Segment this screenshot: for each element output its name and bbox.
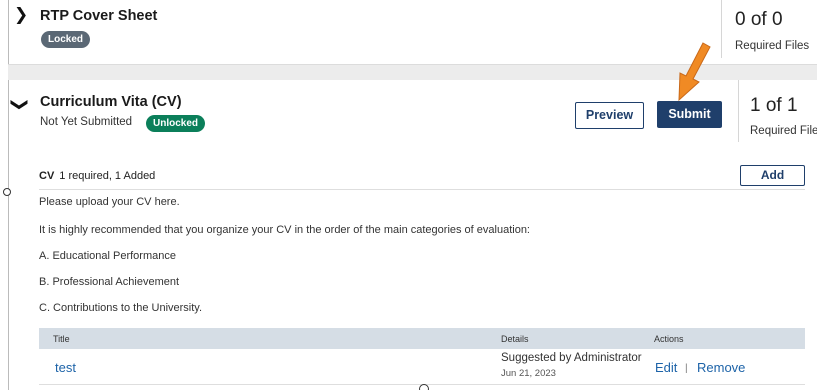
submit-button[interactable]: Submit (657, 101, 722, 128)
column-header-actions: Actions (654, 334, 684, 344)
remove-link[interactable]: Remove (697, 360, 745, 375)
add-button[interactable]: Add (740, 165, 805, 186)
cv-file-count: 1 of 1 (750, 95, 798, 116)
submission-status: Not Yet Submitted (40, 116, 133, 128)
file-date: Jun 21, 2023 (501, 368, 556, 379)
resize-handle-icon (419, 384, 429, 390)
divider (738, 80, 739, 142)
cv-section-summary: 1 required, 1 Added (59, 170, 156, 182)
column-header-title: Title (53, 334, 70, 344)
preview-button[interactable]: Preview (575, 102, 644, 129)
cv-section-header: CV 1 required, 1 Added (39, 170, 155, 182)
file-details: Suggested by Administrator (501, 352, 642, 364)
rtp-required-files-label: Required Files (735, 40, 810, 52)
file-title-link[interactable]: test (55, 360, 76, 375)
instruction-line: C. Contributions to the University. (39, 302, 203, 314)
action-separator: | (685, 363, 688, 374)
unlocked-badge: Unlocked (146, 115, 206, 132)
cv-title: Curriculum Vita (CV) (40, 94, 182, 110)
edit-link[interactable]: Edit (655, 360, 677, 375)
cv-required-files-label: Required Files (750, 125, 817, 137)
instruction-line: It is highly recommended that you organi… (39, 224, 530, 236)
orange-arrow-icon (678, 42, 711, 102)
cv-section-name: CV (39, 170, 55, 182)
resize-handle-icon (3, 188, 11, 196)
chevron-right-icon[interactable]: ❯ (14, 6, 28, 23)
divider (39, 189, 805, 190)
locked-badge: Locked (41, 31, 91, 48)
chevron-down-icon[interactable]: ❯ (11, 97, 30, 111)
divider (721, 0, 722, 58)
instruction-line: B. Professional Achievement (39, 276, 180, 288)
instruction-line: A. Educational Performance (39, 250, 176, 262)
files-table-header: Title Details Actions (39, 328, 805, 349)
rtp-file-count: 0 of 0 (735, 9, 783, 30)
rtp-title: RTP Cover Sheet (40, 8, 158, 24)
instruction-line: Please upload your CV here. (39, 196, 180, 208)
column-header-details: Details (501, 334, 529, 344)
